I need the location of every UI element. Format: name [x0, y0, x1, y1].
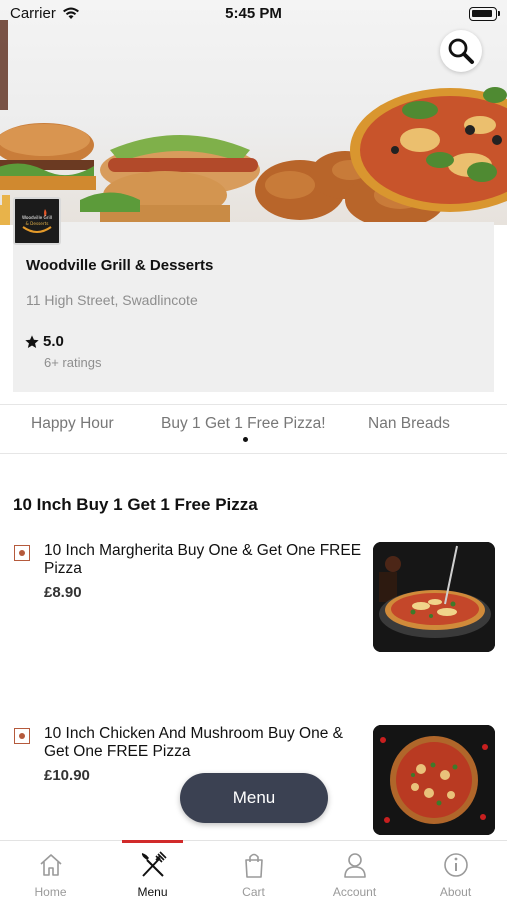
nav-cart[interactable]: Cart [203, 841, 304, 900]
status-bar: Carrier 5:45 PM [0, 0, 507, 30]
tab-buy-1-get-1-free-pizza[interactable]: Buy 1 Get 1 Free Pizza! [161, 415, 326, 433]
search-icon [448, 38, 474, 64]
category-tabs: Happy Hour Buy 1 Get 1 Free Pizza! Nan B… [0, 404, 507, 454]
shopping-bag-icon [245, 853, 263, 878]
menu-floating-button[interactable]: Menu [180, 773, 328, 823]
person-icon [344, 853, 366, 878]
home-icon [40, 854, 62, 876]
info-icon [444, 853, 468, 877]
item-image [373, 542, 495, 652]
active-tab-indicator [243, 437, 248, 442]
fork-knife-icon [141, 851, 167, 877]
veg-marker-icon [14, 728, 30, 744]
nav-home[interactable]: Home [0, 841, 101, 900]
restaurant-address: 11 High Street, Swadlincote [26, 292, 198, 308]
bottom-navigation: Home Menu Cart Account About [0, 840, 507, 900]
chicken-mushroom-pizza-image [373, 725, 495, 835]
veg-marker-icon [14, 545, 30, 561]
tab-nan-breads[interactable]: Nan Breads [368, 415, 450, 433]
item-price: £10.90 [44, 767, 90, 784]
hero-banner [0, 0, 507, 225]
item-image [373, 725, 495, 835]
restaurant-logo-image: Woodville Grill & Desserts [15, 199, 59, 243]
search-button[interactable] [440, 30, 482, 72]
svg-text:& Desserts: & Desserts [26, 221, 49, 226]
nav-label-cart: Cart [242, 885, 265, 899]
svg-text:Woodville Grill: Woodville Grill [22, 215, 52, 220]
nav-label-account: Account [332, 885, 377, 899]
nav-label-menu: Menu [137, 885, 168, 899]
item-name: 10 Inch Chicken And Mushroom Buy One & G… [44, 725, 343, 760]
nav-account[interactable]: Account [304, 841, 405, 900]
item-name: 10 Inch Margherita Buy One & Get One FRE… [44, 542, 362, 577]
nav-menu[interactable]: Menu [102, 841, 203, 900]
menu-item[interactable]: 10 Inch Margherita Buy One & Get One FRE… [0, 540, 507, 655]
item-price: £8.90 [44, 584, 82, 601]
tab-happy-hour[interactable]: Happy Hour [31, 415, 114, 433]
clock: 5:45 PM [225, 5, 282, 22]
rating-count: 6+ ratings [44, 355, 102, 370]
restaurant-name: Woodville Grill & Desserts [26, 257, 214, 274]
nav-label-home: Home [34, 885, 67, 899]
restaurant-logo: Woodville Grill & Desserts [13, 197, 61, 245]
hero-food-image [0, 20, 507, 225]
rating-value: 5.0 [43, 333, 64, 350]
section-title: 10 Inch Buy 1 Get 1 Free Pizza [13, 495, 258, 514]
margherita-pizza-image [373, 542, 495, 652]
nav-label-about: About [439, 885, 472, 899]
nav-about[interactable]: About [405, 841, 506, 900]
battery-icon [469, 7, 500, 21]
star-icon [25, 334, 39, 348]
rating-row: 5.0 [24, 333, 64, 350]
